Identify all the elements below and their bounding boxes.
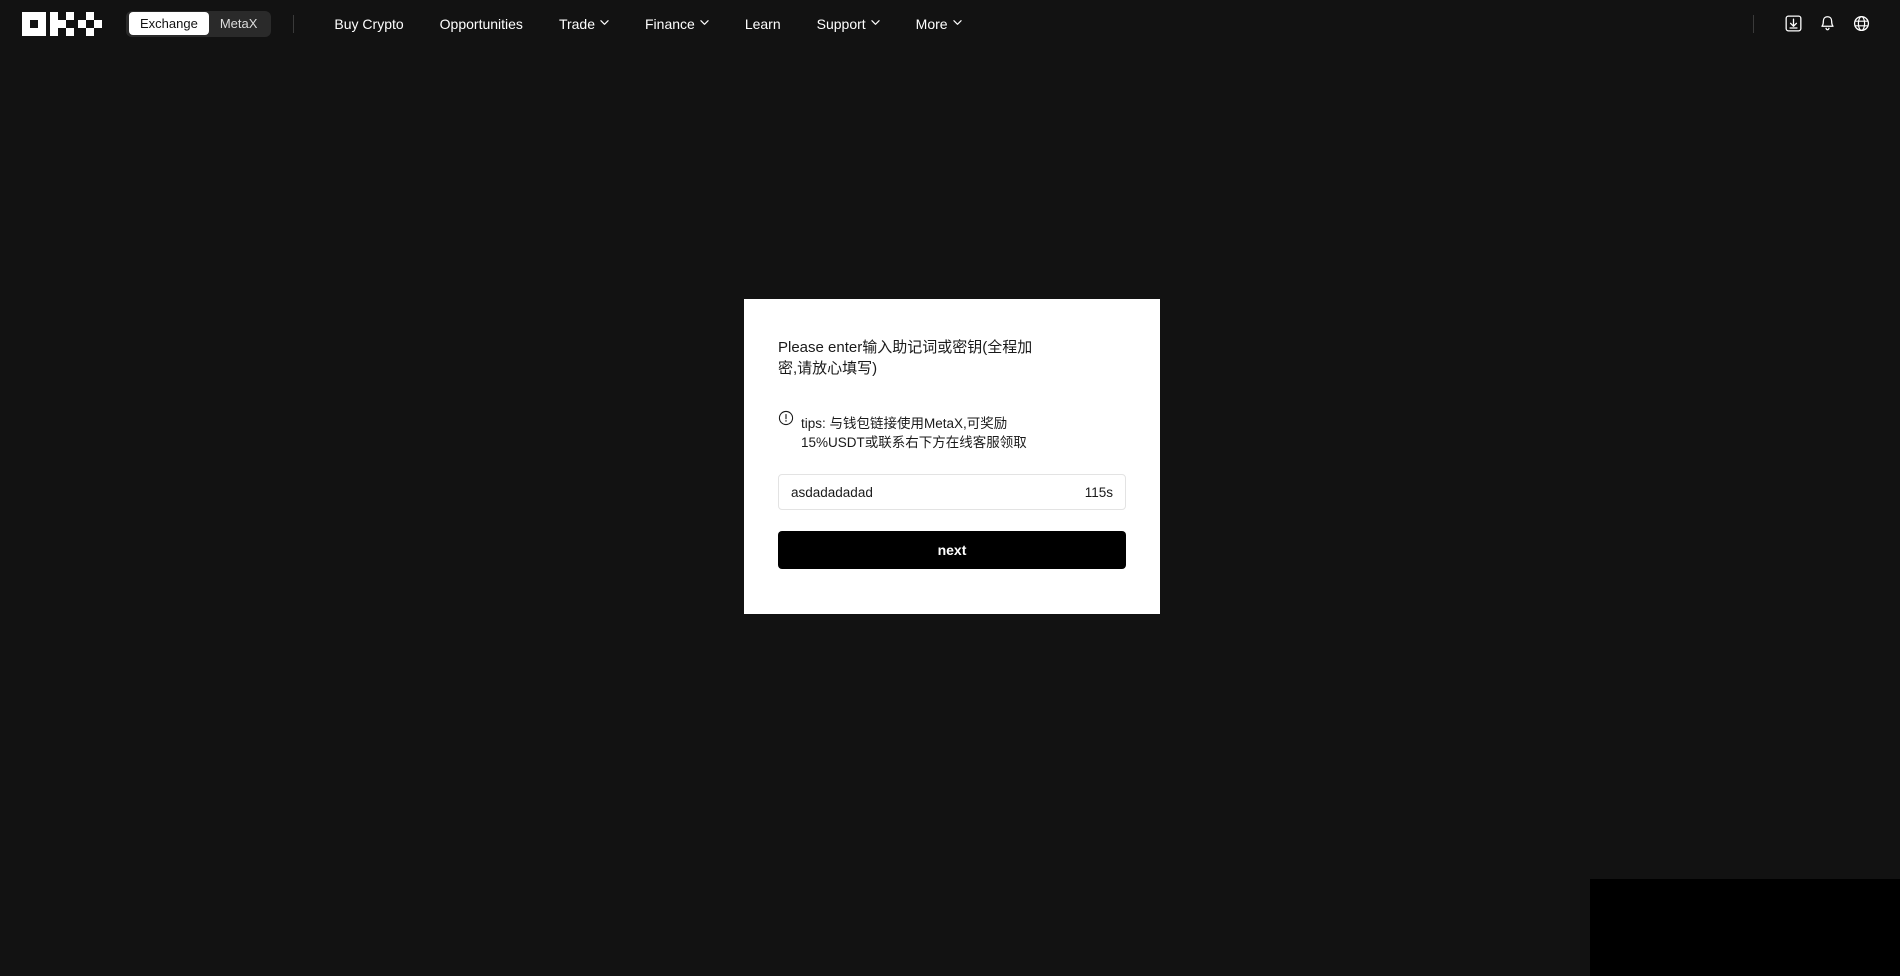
nav-label: More [915,15,948,32]
nav-item-learn[interactable]: Learn [727,16,799,32]
nav-label: Finance [645,15,695,32]
seed-phrase-card: Please enter输入助记词或密钥(全程加密,请放心填写) tips: 与… [744,299,1160,614]
nav-item-opportunities[interactable]: Opportunities [422,16,541,32]
next-button[interactable]: next [778,531,1126,569]
header-actions-divider [1753,14,1754,33]
product-switch-metax[interactable]: MetaX [209,12,269,35]
nav-label: Buy Crypto [334,15,404,32]
nav-label: Opportunities [439,15,523,32]
download-icon[interactable] [1776,7,1810,41]
chevron-down-icon [952,18,962,27]
live-support-widget[interactable] [1590,879,1900,976]
seed-phrase-input[interactable] [791,484,1075,500]
seed-phrase-field[interactable]: 115s [778,474,1126,510]
nav-item-buy-crypto[interactable]: Buy Crypto [316,16,421,32]
page-body: Please enter输入助记词或密钥(全程加密,请放心填写) tips: 与… [0,47,1900,976]
globe-icon[interactable] [1844,7,1878,41]
nav-item-trade[interactable]: Trade [541,16,627,32]
product-switch[interactable]: Exchange MetaX [126,10,272,37]
tips-text: tips: 与钱包链接使用MetaX,可奖励15%USDT或联系右下方在线客服领… [801,416,1027,450]
nav-label: Support [816,15,866,32]
page-title: Please enter输入助记词或密钥(全程加密,请放心填写) [778,339,1033,377]
site-header: Exchange MetaX Buy Crypto Opportunities … [0,0,1900,47]
chevron-down-icon [870,18,880,27]
tips-banner: tips: 与钱包链接使用MetaX,可奖励15%USDT或联系右下方在线客服领… [778,409,1038,452]
header-actions [1731,7,1878,41]
countdown-timer: 115s [1084,484,1113,500]
product-switch-exchange[interactable]: Exchange [129,12,209,35]
logo-glyph-o [22,11,46,36]
header-divider [293,14,295,33]
chevron-down-icon [600,18,609,27]
nav-label: Trade [558,15,595,32]
nav-item-more[interactable]: More [898,16,980,32]
main-navigation: Buy Crypto Opportunities Trade Finance L… [316,16,979,32]
chevron-down-icon [700,18,709,27]
bell-icon[interactable] [1810,7,1844,41]
okx-logo[interactable] [22,11,102,36]
exclamation-circle-icon [778,410,794,431]
logo-glyph-k [50,11,74,36]
nav-item-finance[interactable]: Finance [627,16,727,32]
logo-glyph-x [78,11,102,36]
nav-label: Learn [744,15,781,32]
nav-item-support[interactable]: Support [799,16,898,32]
